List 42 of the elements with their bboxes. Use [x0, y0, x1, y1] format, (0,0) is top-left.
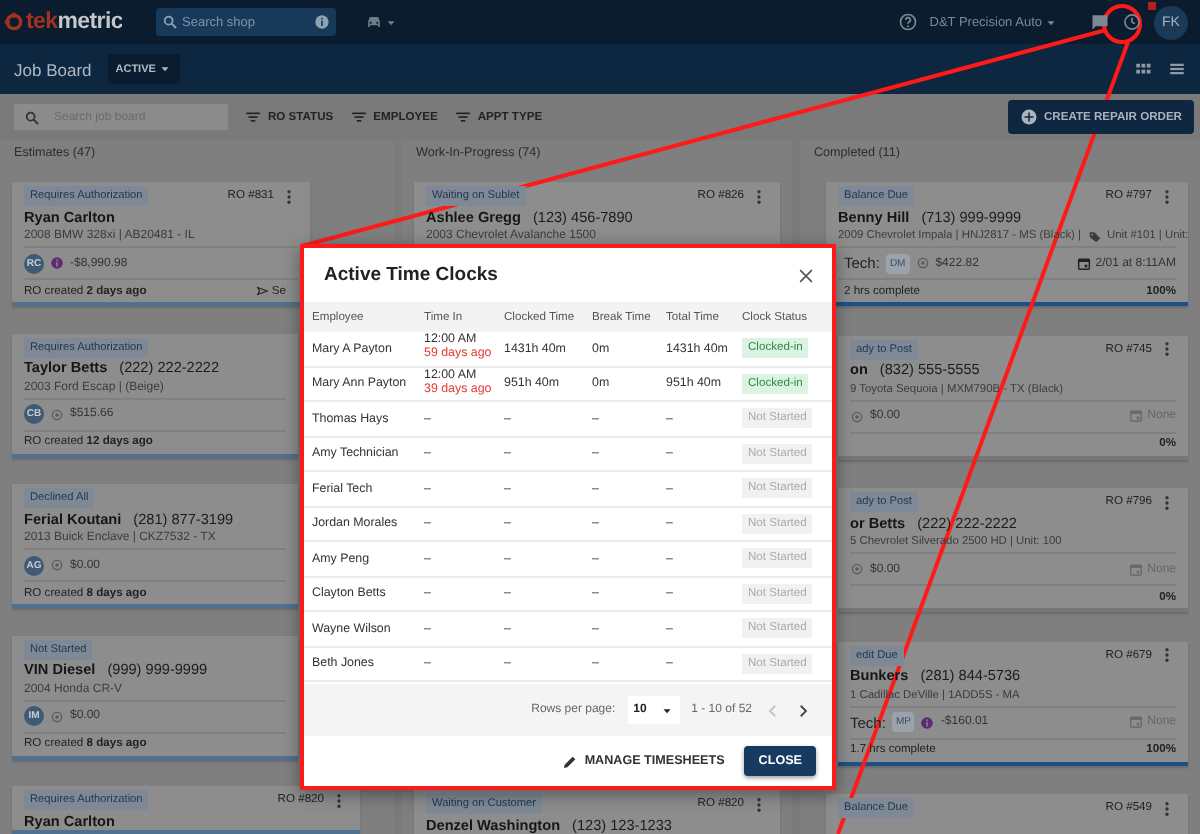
coin-icon [50, 558, 64, 572]
page-title: Job Board [14, 59, 92, 79]
coin-icon [50, 709, 64, 723]
clock-icon[interactable] [1122, 12, 1142, 32]
caret-icon [659, 703, 674, 717]
filter-icon [453, 108, 472, 126]
grid-view-icon[interactable] [1134, 60, 1152, 78]
calendar-icon [1127, 408, 1144, 424]
calendar-icon [1127, 561, 1144, 577]
wrench-gear-icon [4, 12, 24, 32]
info-icon [920, 715, 935, 729]
next-page-button[interactable] [794, 701, 812, 719]
plus-icon [1019, 108, 1038, 126]
caret-icon [1044, 15, 1058, 29]
close-icon [796, 265, 816, 285]
filter-icon [349, 108, 368, 126]
coin-icon [850, 409, 864, 423]
filter-icon [244, 108, 262, 126]
chevron-right-icon [794, 701, 812, 719]
info-icon [314, 14, 330, 30]
info-icon [50, 256, 64, 270]
close-button[interactable] [796, 265, 816, 285]
calendar-icon [1127, 714, 1144, 730]
help-icon[interactable] [897, 12, 918, 32]
send-icon [255, 284, 270, 298]
pencil-icon [562, 753, 579, 769]
coin-icon [850, 562, 864, 576]
dialog-title: Active Time Clocks [324, 264, 498, 286]
search-icon [24, 109, 40, 125]
logo-text: tekmetric [26, 10, 123, 34]
chat-icon[interactable] [1090, 12, 1110, 32]
caret-icon [384, 15, 398, 29]
coin-icon [915, 256, 930, 270]
search-icon [162, 14, 178, 30]
tag-icon [1087, 229, 1101, 243]
coin-icon [50, 407, 64, 421]
chevron-left-icon [764, 701, 782, 719]
car-icon[interactable] [364, 12, 384, 32]
calendar-icon [1075, 255, 1092, 271]
highlight-ring [1102, 4, 1142, 44]
caret-icon [157, 62, 172, 76]
list-view-icon[interactable] [1168, 60, 1186, 78]
